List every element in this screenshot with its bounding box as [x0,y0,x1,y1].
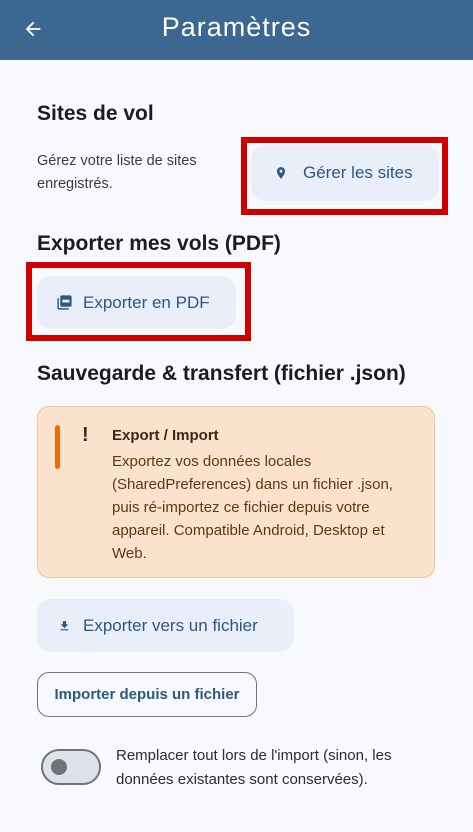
warning-text: Exportez vos données locales (SharedPref… [112,453,393,562]
export-pdf-label: Exporter en PDF [83,292,210,312]
export-file-button[interactable]: Exporter vers un fichier [37,599,294,652]
download-icon [57,617,71,635]
page-title: Paramètres [161,12,312,42]
warning-card: ! Export / Import Exportez vos données l… [37,406,435,578]
section-title-sites: Sites de vol [37,102,154,125]
export-file-label: Exporter vers un fichier [83,615,258,635]
import-file-button[interactable]: Importer depuis un fichier [37,672,257,717]
replace-all-toggle-label: Remplacer tout lors de l'import (sinon, … [116,747,392,788]
section-title-export-pdf: Exporter mes vols (PDF) [37,232,281,255]
pdf-icon [55,294,73,312]
section-title-backup: Sauvegarde & transfert (fichier .json) [37,362,406,385]
location-pin-icon [273,163,289,183]
replace-all-toggle[interactable] [41,749,101,785]
manage-sites-button[interactable]: Gérer les sites [251,145,439,201]
warning-title: Export / Import [112,427,219,444]
warning-accent-bar [55,425,60,469]
exclamation-icon: ! [82,424,89,446]
manage-sites-label: Gérer les sites [303,163,413,182]
toggle-knob [51,759,67,775]
app-bar: Paramètres [0,0,473,60]
sites-description: Gérez votre liste de sites enregistrés. [37,153,197,192]
export-pdf-button[interactable]: Exporter en PDF [37,276,236,329]
